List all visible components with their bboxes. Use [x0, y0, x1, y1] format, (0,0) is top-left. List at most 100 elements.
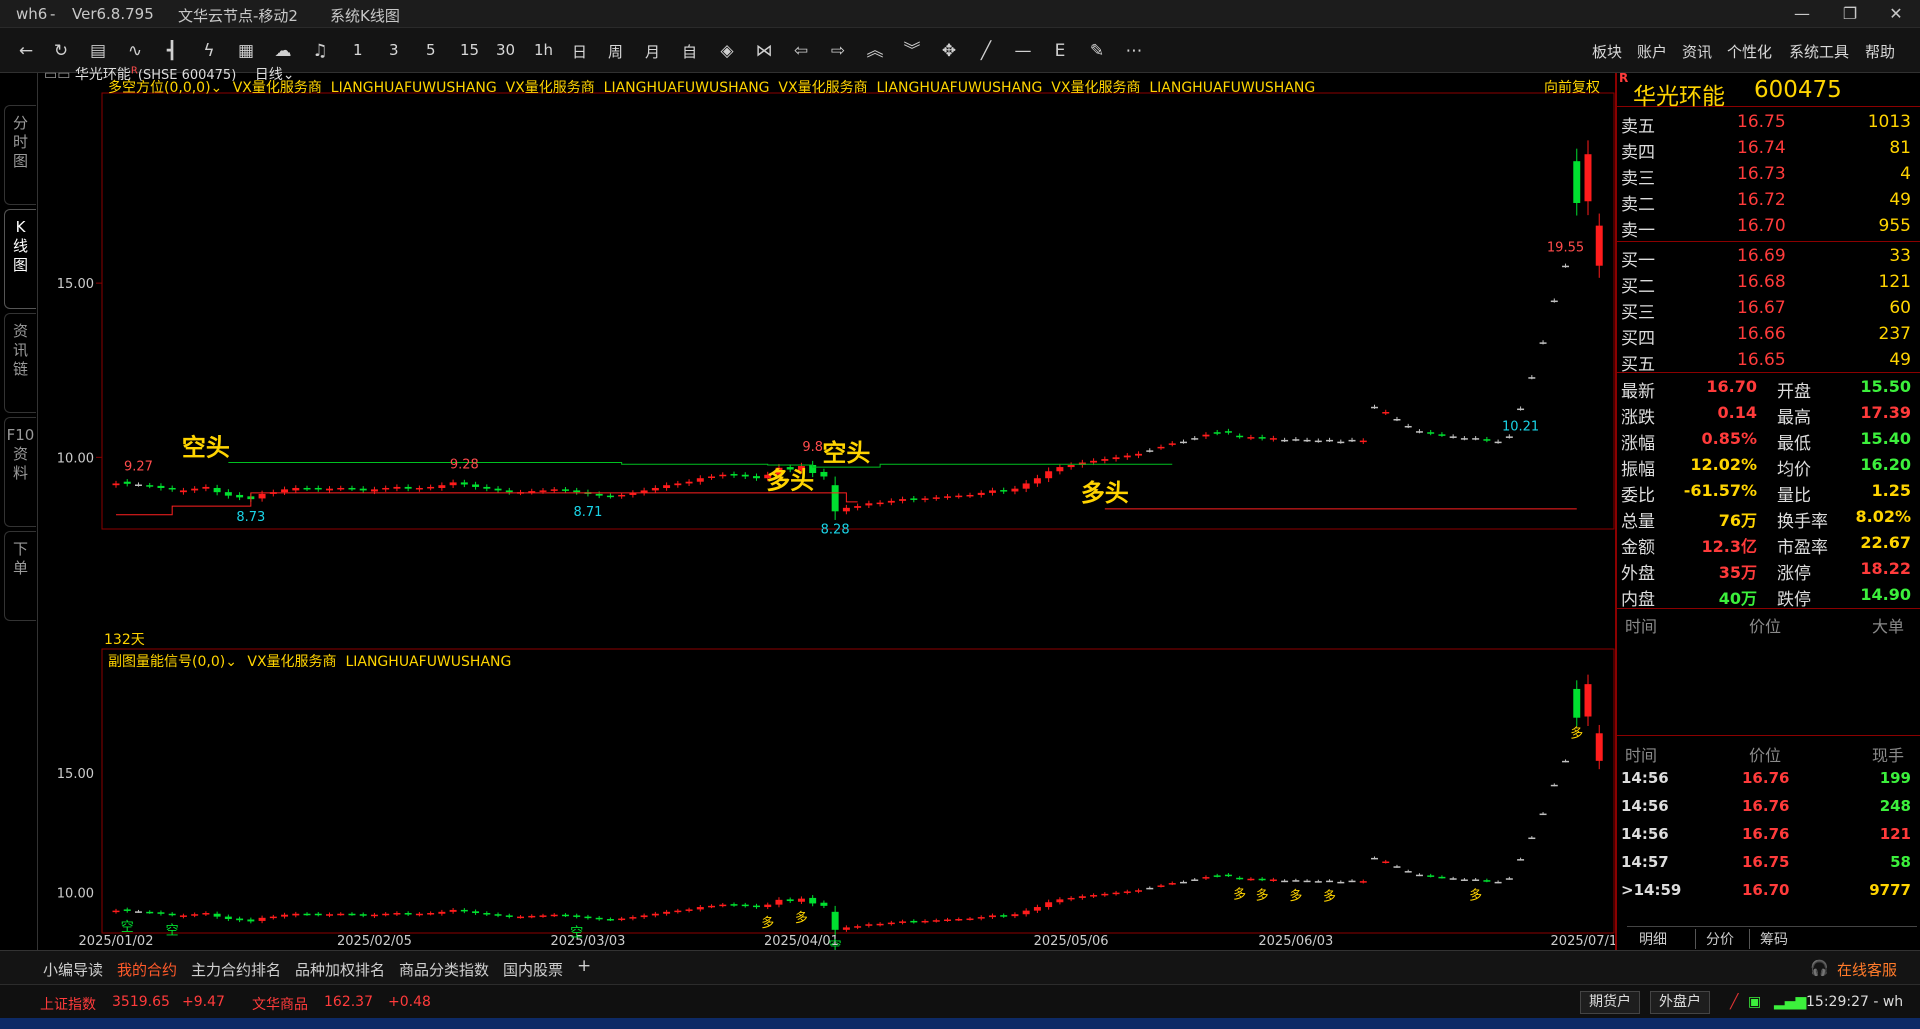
main-candle[interactable] — [112, 483, 120, 486]
main-candle[interactable] — [460, 482, 468, 485]
eraser-icon[interactable]: ✎ — [1083, 38, 1111, 64]
main-candle[interactable] — [719, 474, 727, 477]
main-candle[interactable] — [314, 487, 322, 490]
sub-candle[interactable] — [685, 909, 693, 911]
sub-candle[interactable] — [359, 914, 367, 916]
sub-candle[interactable] — [539, 915, 547, 917]
sub-candle[interactable] — [337, 913, 345, 916]
sub-candle[interactable] — [977, 917, 985, 919]
tab-chips[interactable]: 筹码 — [1749, 929, 1788, 949]
main-candle[interactable] — [1337, 441, 1345, 444]
sub-candle[interactable] — [1415, 874, 1423, 877]
sub-candle[interactable] — [1269, 879, 1277, 881]
main-candle[interactable] — [674, 483, 682, 486]
main-candle[interactable] — [820, 471, 828, 477]
sub-candle[interactable] — [561, 914, 569, 917]
main-candle[interactable] — [393, 486, 401, 489]
sub-candle[interactable] — [1584, 684, 1592, 717]
main-candle[interactable] — [1427, 432, 1435, 434]
stat-row[interactable]: 金额 12.3亿 市盈率 22.67 — [1617, 530, 1917, 558]
sub-candle[interactable] — [595, 917, 603, 920]
sub-candle[interactable] — [1179, 881, 1187, 884]
sub-candle[interactable] — [1483, 880, 1491, 882]
sub-candle[interactable] — [921, 920, 929, 923]
chart-menu-icon[interactable]: ▭▭ — [44, 67, 70, 83]
main-candle[interactable] — [1449, 436, 1457, 438]
main-candle[interactable] — [539, 490, 547, 492]
sub-candle[interactable] — [1090, 895, 1098, 897]
btab-editor-guide[interactable]: 小编导读 — [43, 959, 103, 980]
more-icon[interactable]: ⋯ — [1120, 38, 1148, 64]
main-candle[interactable] — [966, 494, 974, 497]
sub-candle[interactable] — [393, 913, 401, 915]
sub-candle[interactable] — [1595, 733, 1603, 761]
period-3m[interactable]: 3 — [389, 41, 399, 59]
sub-candle[interactable] — [1348, 880, 1356, 883]
main-candle[interactable] — [1494, 441, 1502, 444]
sub-candle[interactable] — [157, 912, 165, 914]
main-candle[interactable] — [1112, 457, 1120, 460]
sh-index-name[interactable]: 上证指数 — [40, 994, 96, 1014]
sub-candle[interactable] — [202, 913, 210, 915]
sub-candle[interactable] — [472, 911, 480, 914]
sub-candle[interactable] — [730, 904, 738, 906]
sub-candle[interactable] — [438, 911, 446, 914]
main-candle[interactable] — [988, 490, 996, 493]
sub-candle[interactable] — [1146, 887, 1154, 890]
main-candle[interactable] — [236, 494, 244, 498]
main-candle[interactable] — [831, 485, 839, 512]
sub-candle[interactable] — [1045, 902, 1053, 908]
down-icon[interactable]: ︾ — [898, 38, 926, 64]
sub-candle[interactable] — [910, 920, 918, 923]
main-candle[interactable] — [1179, 441, 1187, 444]
main-candle[interactable] — [1415, 431, 1423, 433]
main-candle[interactable] — [854, 506, 862, 508]
sub-candle[interactable] — [494, 914, 502, 916]
btab-commodity-index[interactable]: 商品分类指数 — [399, 959, 489, 980]
sub-candle[interactable] — [1326, 880, 1334, 883]
sub-candle[interactable] — [1573, 688, 1581, 718]
main-candle[interactable] — [1314, 440, 1322, 443]
sub-candle[interactable] — [944, 919, 951, 921]
main-candle[interactable] — [1269, 438, 1277, 440]
sub-candle[interactable] — [404, 913, 412, 915]
main-candle[interactable] — [213, 487, 221, 493]
sub-candle[interactable] — [719, 904, 727, 907]
report-icon[interactable]: ▤ — [84, 38, 112, 64]
main-candle[interactable] — [1326, 439, 1334, 442]
main-candle[interactable] — [595, 493, 603, 496]
main-candle[interactable] — [708, 476, 716, 478]
bid-row[interactable]: 买四 16.66 237 — [1617, 321, 1917, 349]
main-candle[interactable] — [326, 488, 333, 491]
main-candle[interactable] — [1202, 434, 1210, 437]
draw-line-icon[interactable]: ╱ — [972, 38, 1000, 64]
sub-candle[interactable] — [460, 909, 468, 912]
menu-news[interactable]: 资讯 — [1682, 41, 1712, 62]
tab-kline[interactable]: K 线 图 — [4, 209, 36, 309]
sub-candle[interactable] — [112, 910, 120, 913]
sub-candle[interactable] — [1112, 892, 1120, 895]
ask-row[interactable]: 卖一 16.70 955 — [1617, 213, 1917, 241]
sub-candle[interactable] — [517, 916, 525, 919]
menu-sector[interactable]: 板块 — [1592, 41, 1622, 62]
sub-candle[interactable] — [1460, 879, 1468, 881]
sub-candle[interactable] — [854, 926, 862, 928]
headset-icon[interactable]: 🎧 — [1810, 959, 1829, 977]
period-5m[interactable]: 5 — [426, 41, 436, 59]
ask-row[interactable]: 卖二 16.72 49 — [1617, 187, 1917, 215]
main-candle[interactable] — [1247, 437, 1255, 439]
main-candle[interactable] — [303, 487, 311, 490]
online-service[interactable]: 在线客服 — [1837, 959, 1897, 980]
main-candle[interactable] — [842, 507, 850, 512]
main-candle[interactable] — [1517, 408, 1525, 411]
period-custom[interactable]: 自 — [682, 41, 697, 62]
sub-candle[interactable] — [236, 918, 244, 921]
sub-candle[interactable] — [764, 904, 772, 908]
main-candle[interactable] — [573, 490, 581, 493]
sub-candle[interactable] — [1550, 784, 1558, 787]
sub-candle[interactable] — [820, 902, 828, 906]
main-candle[interactable] — [1056, 467, 1064, 472]
menu-system-tools[interactable]: 系统工具 — [1789, 41, 1849, 62]
btab-domestic-stocks[interactable]: 国内股票 — [503, 959, 563, 980]
main-candle[interactable] — [1573, 161, 1581, 203]
